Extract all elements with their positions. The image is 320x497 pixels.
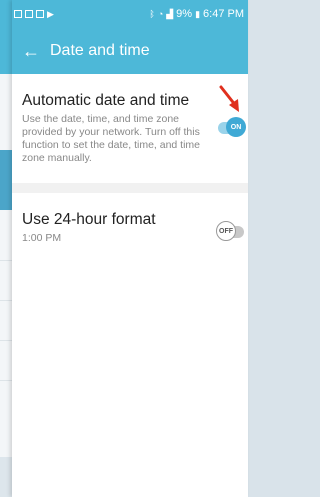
bluetooth-icon: ᛒ (149, 8, 155, 19)
message-icon (36, 10, 44, 18)
date-time-settings-panel: ▶ ᛒ ◔ ▟ 9% ▮ 6:47 PM ← Date and time Aut… (12, 0, 248, 497)
system-icons: ᛒ ◔ ▟ 9% ▮ 6:47 PM (149, 8, 244, 20)
status-bar: ▶ ᛒ ◔ ▟ 9% ▮ 6:47 PM (12, 0, 248, 28)
app-bar: ← Date and time (12, 28, 248, 74)
section-divider (12, 183, 248, 193)
play-icon: ▶ (47, 8, 54, 19)
setting-24-hour-format[interactable]: Use 24-hour format 1:00 PM (12, 193, 248, 255)
background-app (0, 0, 12, 497)
wifi-icon: ◔ (157, 8, 164, 19)
background-divider (0, 300, 12, 301)
red-arrow-icon (219, 85, 239, 112)
battery-percent: 9% (176, 8, 193, 20)
setting-subtitle: 1:00 PM (22, 232, 62, 244)
setting-automatic-date-time[interactable]: Automatic date and time Use the date, ti… (12, 74, 248, 175)
background-divider (0, 380, 12, 381)
back-arrow-icon[interactable]: ← (22, 41, 44, 62)
background-divider (0, 340, 12, 341)
setting-description: Use the date, time, and time zone provid… (22, 113, 201, 164)
battery-icon: ▮ (195, 8, 201, 19)
background-divider (0, 260, 12, 261)
image-icon (25, 10, 33, 18)
setting-title: Use 24-hour format (22, 211, 156, 228)
page-title: Date and time (50, 42, 150, 59)
notification-icons: ▶ (14, 8, 54, 19)
setting-title: Automatic date and time (22, 92, 190, 109)
background-footer (0, 457, 12, 497)
toggle-knob: ON (226, 117, 246, 137)
gallery-icon (14, 10, 22, 18)
24-hour-format-toggle[interactable]: OFF (216, 221, 244, 241)
signal-icon: ▟ (166, 8, 174, 19)
automatic-date-time-toggle[interactable]: ON (218, 117, 246, 137)
status-time: 6:47 PM (203, 8, 244, 20)
toggle-knob: OFF (216, 221, 236, 241)
background-tab (0, 150, 12, 210)
